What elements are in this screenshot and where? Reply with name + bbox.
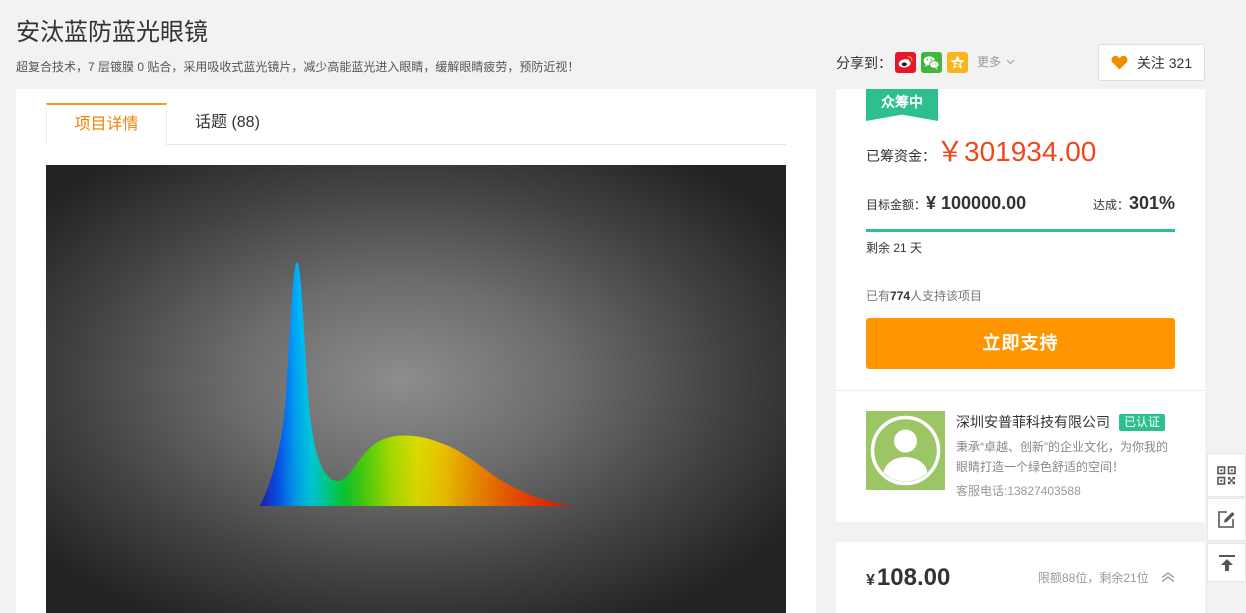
edit-button[interactable]	[1207, 498, 1246, 541]
qr-code-icon	[1217, 465, 1236, 485]
page-subtitle: 超复合技术，7 层镀膜 0 贴合，采用吸收式蓝光镜片，减少高能蓝光进入眼睛，缓解…	[16, 60, 580, 74]
back-to-top-icon	[1218, 554, 1235, 571]
tab-topics[interactable]: 话题 (88)	[195, 103, 260, 145]
days-remaining: 剩余 21 天	[866, 241, 923, 255]
supporters-prefix: 已有	[866, 289, 891, 303]
reward-tier-panel: ¥ 108.00 限额88位，剩余21位	[836, 542, 1205, 613]
edit-icon	[1218, 511, 1235, 528]
raised-amount: ￥301934.00	[936, 136, 1097, 167]
achieved-value: 301%	[1128, 193, 1175, 213]
achieved-group: 达成：301%	[1093, 193, 1175, 214]
target-label: 目标金额：	[866, 198, 927, 212]
raised-funds: 已筹资金： ￥301934.00	[866, 134, 1096, 172]
funding-progress-bar	[866, 229, 1175, 232]
achieved-label: 达成：	[1092, 198, 1129, 212]
chevron-up-icon[interactable]	[1161, 572, 1175, 582]
price-value: 108.00	[876, 564, 951, 591]
share-more-label: 更多	[977, 55, 1002, 69]
progress-fill	[866, 229, 1175, 232]
follow-count: 321	[1168, 54, 1193, 71]
qzone-icon[interactable]	[947, 52, 968, 73]
support-now-button[interactable]: 立即支持	[866, 318, 1175, 369]
user-avatar-icon[interactable]	[866, 411, 945, 490]
target-amount-group: 目标金额：¥ 100000.00	[866, 193, 1026, 214]
qr-code-button[interactable]	[1207, 453, 1246, 497]
company-header: 深圳安普菲科技有限公司 已认证	[956, 413, 1166, 431]
target-amount: ¥ 100000.00	[926, 193, 1027, 213]
tab-project-detail[interactable]: 项目详情	[46, 103, 167, 145]
reward-limit: 限额88位，剩余21位	[1038, 571, 1149, 585]
follow-label: 关注	[1136, 54, 1165, 71]
project-page: 安汰蓝防蓝光眼镜 超复合技术，7 层镀膜 0 贴合，采用吸收式蓝光镜片，减少高能…	[0, 0, 1246, 613]
tab-divider	[167, 144, 786, 145]
project-detail-panel: 项目详情 话题 (88)	[16, 89, 816, 613]
follow-button[interactable]: 关注 321	[1098, 44, 1205, 81]
panel-divider	[836, 390, 1205, 391]
supporters-number: 774	[890, 289, 911, 303]
weibo-icon[interactable]	[895, 52, 916, 73]
reward-price: ¥ 108.00	[866, 563, 950, 593]
chevron-down-icon	[1006, 59, 1015, 65]
supporters-suffix: 人支持该项目	[910, 289, 983, 303]
supporters-count: 已有774人支持该项目	[866, 288, 982, 304]
target-row: 目标金额：¥ 100000.00 达成：301%	[866, 193, 1175, 219]
price-currency: ¥	[866, 572, 875, 589]
share-label: 分享到：	[836, 55, 892, 71]
raised-label: 已筹资金：	[866, 148, 936, 164]
company-description: 秉承“卓越、创新”的企业文化，为你我的眼睛打造一个绿色舒适的空间！	[956, 440, 1168, 474]
page-title: 安汰蓝防蓝光眼镜	[16, 19, 208, 46]
share-more-button[interactable]: 更多	[977, 55, 1015, 69]
verified-badge: 已认证	[1119, 413, 1166, 431]
wechat-icon[interactable]	[921, 52, 942, 73]
product-detail-image	[46, 165, 786, 613]
customer-service-phone: 客服电话:13827403588	[956, 484, 1081, 498]
status-badge: 众筹中	[866, 89, 938, 121]
funding-panel: 众筹中 已筹资金： ￥301934.00 目标金额：¥ 100000.00 达成…	[836, 89, 1205, 522]
back-to-top-button[interactable]	[1207, 543, 1246, 582]
image-background	[46, 165, 786, 613]
heart-icon	[1111, 55, 1128, 70]
company-name[interactable]: 深圳安普菲科技有限公司	[956, 413, 1110, 431]
